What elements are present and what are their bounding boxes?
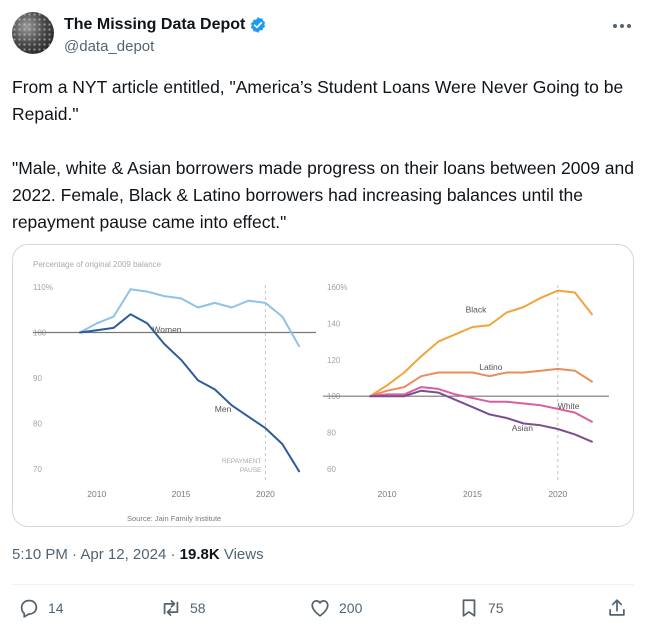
reply-button[interactable]: 14 [18,597,64,619]
y-tick-label: 60 [327,465,336,474]
series-line-asian [369,389,593,443]
y-tick-label: 110% [33,283,53,292]
reply-count: 14 [48,600,64,616]
views-count: 19.8K [179,546,220,563]
meta-separator: · [170,546,180,563]
x-tick-label: 2010 [378,489,397,499]
tweet-time[interactable]: 5:10 PM [12,546,68,563]
series-label-men: Men [215,404,232,414]
series-label-white: White [558,401,580,411]
tweet-date[interactable]: Apr 12, 2024 [80,546,166,563]
y-tick-label: 80 [33,420,42,429]
y-tick-label: 120 [327,356,341,365]
share-button[interactable] [606,597,628,619]
bookmark-icon [462,599,476,617]
reply-icon [20,599,38,618]
author-display-name[interactable]: The Missing Data Depot [64,16,245,34]
x-tick-label: 2015 [172,489,191,499]
tweet-paragraph: "Male, white & Asian borrowers made prog… [12,158,634,232]
action-bar: 14 58 200 75 [12,597,634,627]
more-options-icon[interactable] [610,16,634,36]
series-label-asian: Asian [512,423,534,433]
chart-image: Percentage of original 2009 balance 70 80… [33,260,609,523]
tweet-text: From a NYT article entitled, "America’s … [12,74,636,236]
series-label-black: Black [466,304,488,314]
views-label: Views [223,546,264,563]
y-tick-label: 70 [33,465,42,474]
x-tick-label: 2020 [256,489,275,499]
chart-left: 708090100110%2010 2015 2020REPAYMENTPAUSEW… [33,283,316,499]
bookmark-button[interactable]: 75 [458,597,504,619]
repost-count: 58 [190,600,206,616]
bookmark-count: 75 [488,600,504,616]
repayment-pause-label: REPAYMENT [222,458,262,465]
share-icon [609,599,625,616]
repost-button[interactable]: 58 [160,597,206,619]
chart-right: 6080100120140160%2010 2015 2020BlackLatino… [323,283,609,499]
x-tick-label: 2010 [87,489,106,499]
series-label-latino: Latino [479,362,502,372]
author-name-row[interactable]: The Missing Data Depot [64,16,267,34]
series-line-men [78,313,301,473]
y-tick-label: 140 [327,319,341,328]
verified-badge-icon [251,17,266,33]
repost-icon [163,600,179,616]
author-handle[interactable]: @data_depot [64,38,154,55]
x-tick-label: 2020 [548,489,567,499]
tweet-meta: 5:10 PM · Apr 12, 2024 · 19.8K Views [12,546,264,563]
avatar[interactable] [12,12,54,54]
like-button[interactable]: 200 [309,597,362,619]
tweet-paragraph: From a NYT article entitled, "America’s … [12,77,624,124]
media-image[interactable]: Percentage of original 2009 balance 70 80… [12,244,634,527]
series-line-women [78,288,301,348]
y-tick-label: 160% [327,283,347,292]
chart-source: Source: Jain Family Institute [127,514,221,523]
like-count: 200 [339,600,363,616]
y-axis-label: Percentage of original 2009 balance [33,260,162,269]
y-tick-label: 90 [33,374,42,383]
heart-icon [311,599,329,617]
y-tick-label: 80 [327,429,336,438]
x-tick-label: 2015 [463,489,482,499]
repayment-pause-label: PAUSE [240,467,262,474]
series-label-women: Women [152,325,181,335]
divider [12,584,634,585]
